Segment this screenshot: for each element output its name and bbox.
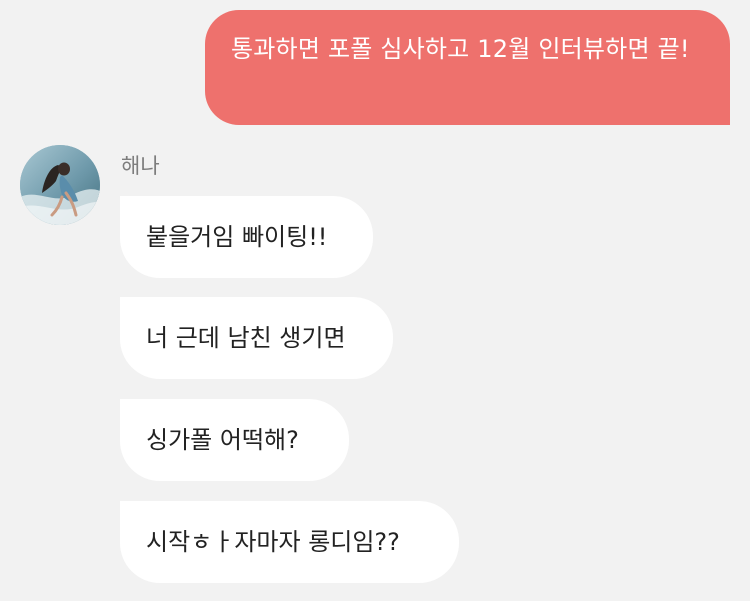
outgoing-message-bubble[interactable]: 통과하면 포폴 심사하고 12월 인터뷰하면 끝!	[205, 10, 730, 125]
profile-photo-icon	[20, 145, 100, 225]
chat-thread: 통과하면 포폴 심사하고 12월 인터뷰하면 끝! 해나 붙을거임 빠이팅!!	[0, 0, 750, 601]
incoming-message-bubble[interactable]: 붙을거임 빠이팅!!	[120, 196, 373, 278]
avatar[interactable]	[20, 145, 100, 225]
incoming-message-text: 싱가폴 어떡해?	[146, 426, 299, 454]
incoming-message-bubble[interactable]: 시작ㅎㅏ자마자 롱디임??	[120, 501, 459, 583]
incoming-message-bubble[interactable]: 너 근데 남친 생기면	[120, 297, 393, 379]
incoming-message-text: 너 근데 남친 생기면	[146, 324, 346, 352]
sender-name: 해나	[121, 154, 160, 178]
incoming-message-text: 붙을거임 빠이팅!!	[146, 223, 328, 251]
incoming-message-text: 시작ㅎㅏ자마자 롱디임??	[146, 528, 400, 556]
outgoing-message-text: 통과하면 포폴 심사하고 12월 인터뷰하면 끝!	[231, 35, 690, 63]
incoming-message-bubble[interactable]: 싱가폴 어떡해?	[120, 399, 349, 481]
